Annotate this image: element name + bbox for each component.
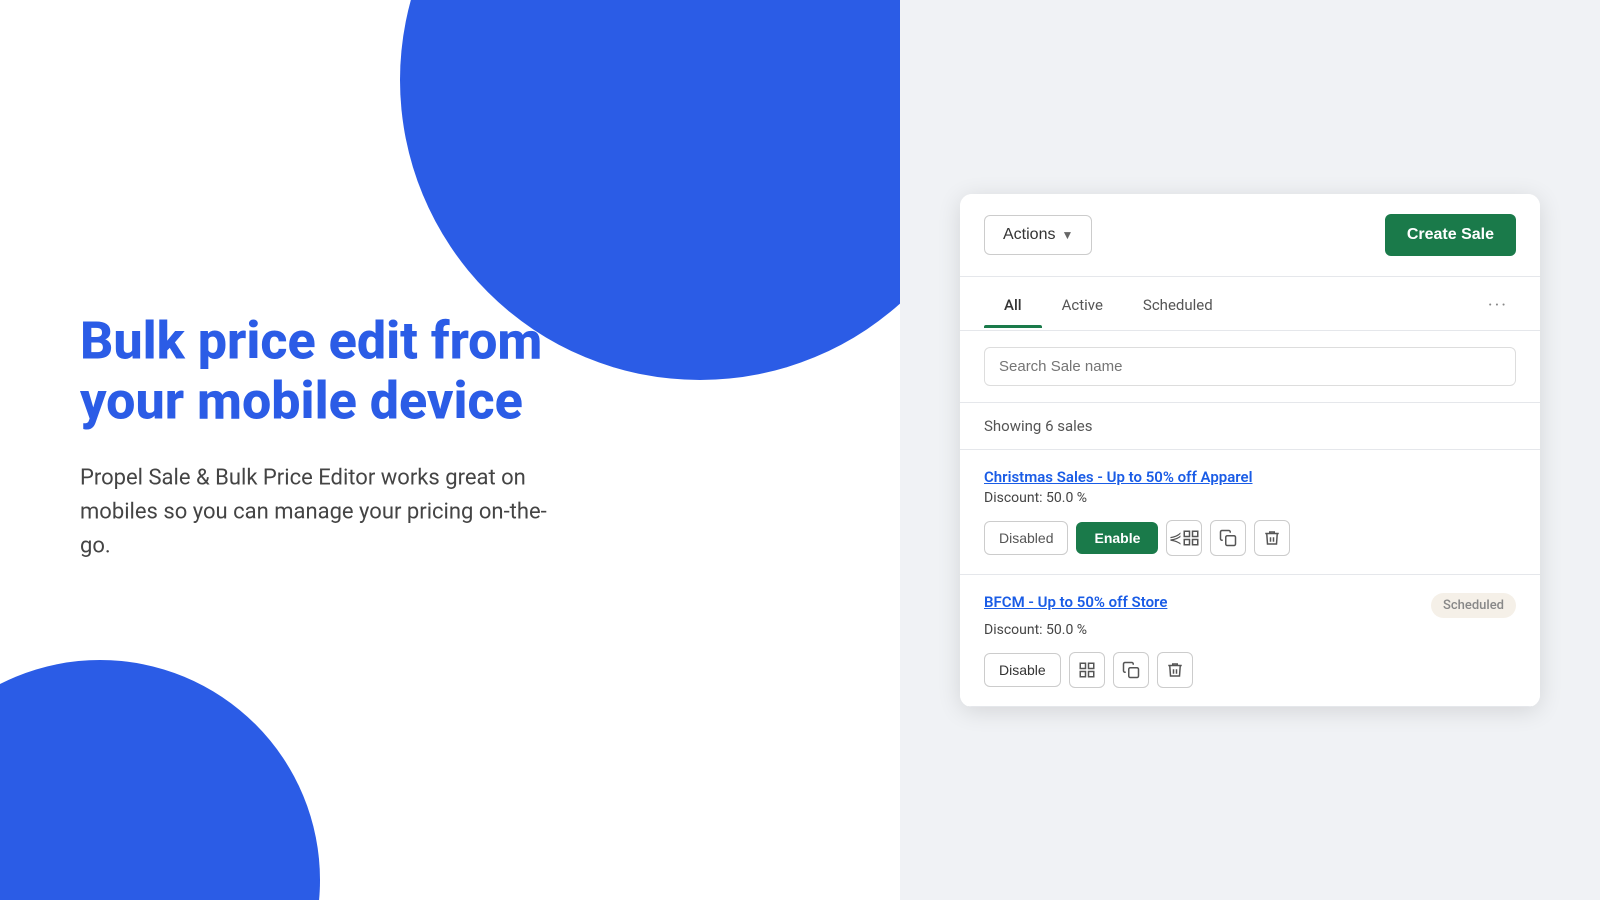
sale-item: BFCM - Up to 50% off Store Scheduled Dis… bbox=[960, 575, 1540, 707]
hero-title: Bulk price edit from your mobile device bbox=[80, 311, 560, 431]
hero-subtitle: Propel Sale & Bulk Price Editor works gr… bbox=[80, 461, 560, 563]
app-card: Actions ▼ Create Sale All Active Schedul… bbox=[960, 194, 1540, 707]
enable-button[interactable]: Enable bbox=[1076, 522, 1158, 554]
copy-svg-icon bbox=[1122, 661, 1140, 679]
decorative-circle-bottom bbox=[0, 660, 320, 900]
right-panel: Actions ▼ Create Sale All Active Schedul… bbox=[900, 0, 1600, 900]
edit-svg-icon bbox=[1078, 661, 1096, 679]
copy-svg-icon bbox=[1219, 529, 1237, 547]
chevron-down-icon: ▼ bbox=[1061, 228, 1073, 242]
sale-actions: Disabled Enable ⋞ bbox=[984, 520, 1516, 556]
tabs-bar: All Active Scheduled ··· bbox=[960, 277, 1540, 331]
copy-icon-button[interactable] bbox=[1210, 520, 1246, 556]
hero-content: Bulk price edit from your mobile device … bbox=[80, 311, 560, 563]
edit-icon: ⋞ bbox=[1169, 528, 1182, 547]
top-bar: Actions ▼ Create Sale bbox=[960, 194, 1540, 277]
sale-discount: Discount: 50.0 % bbox=[984, 622, 1516, 638]
sale-item: Christmas Sales - Up to 50% off Apparel … bbox=[960, 450, 1540, 575]
search-section bbox=[960, 331, 1540, 403]
sale-actions: Disable bbox=[984, 652, 1516, 688]
tab-more-button[interactable]: ··· bbox=[1480, 277, 1516, 330]
sale-name-link[interactable]: BFCM - Up to 50% off Store bbox=[984, 593, 1167, 611]
create-sale-button[interactable]: Create Sale bbox=[1385, 214, 1516, 256]
delete-icon-button[interactable] bbox=[1157, 652, 1193, 688]
disabled-button[interactable]: Disabled bbox=[984, 521, 1068, 555]
trash-svg-icon bbox=[1263, 529, 1281, 547]
search-input[interactable] bbox=[984, 347, 1516, 386]
showing-count: Showing 6 sales bbox=[960, 403, 1540, 450]
scheduled-badge: Scheduled bbox=[1431, 593, 1516, 618]
tab-scheduled[interactable]: Scheduled bbox=[1123, 278, 1233, 328]
disable-button[interactable]: Disable bbox=[984, 653, 1061, 687]
sale-item-header: BFCM - Up to 50% off Store Scheduled bbox=[984, 593, 1516, 618]
left-panel: Bulk price edit from your mobile device … bbox=[0, 0, 900, 900]
sale-name-link[interactable]: Christmas Sales - Up to 50% off Apparel bbox=[984, 468, 1253, 486]
delete-icon-button[interactable] bbox=[1254, 520, 1290, 556]
edit-svg-icon bbox=[1182, 529, 1200, 547]
sale-item-header: Christmas Sales - Up to 50% off Apparel bbox=[984, 468, 1516, 486]
edit-icon-button[interactable] bbox=[1069, 652, 1105, 688]
copy-icon-button[interactable] bbox=[1113, 652, 1149, 688]
card-body[interactable]: All Active Scheduled ··· Showing 6 sales bbox=[960, 277, 1540, 707]
actions-button[interactable]: Actions ▼ bbox=[984, 215, 1092, 255]
sale-discount: Discount: 50.0 % bbox=[984, 490, 1516, 506]
tab-all[interactable]: All bbox=[984, 278, 1042, 328]
actions-label: Actions bbox=[1003, 226, 1055, 244]
edit-icon-button[interactable]: ⋞ bbox=[1166, 520, 1202, 556]
tab-active[interactable]: Active bbox=[1042, 278, 1123, 328]
trash-svg-icon bbox=[1166, 661, 1184, 679]
